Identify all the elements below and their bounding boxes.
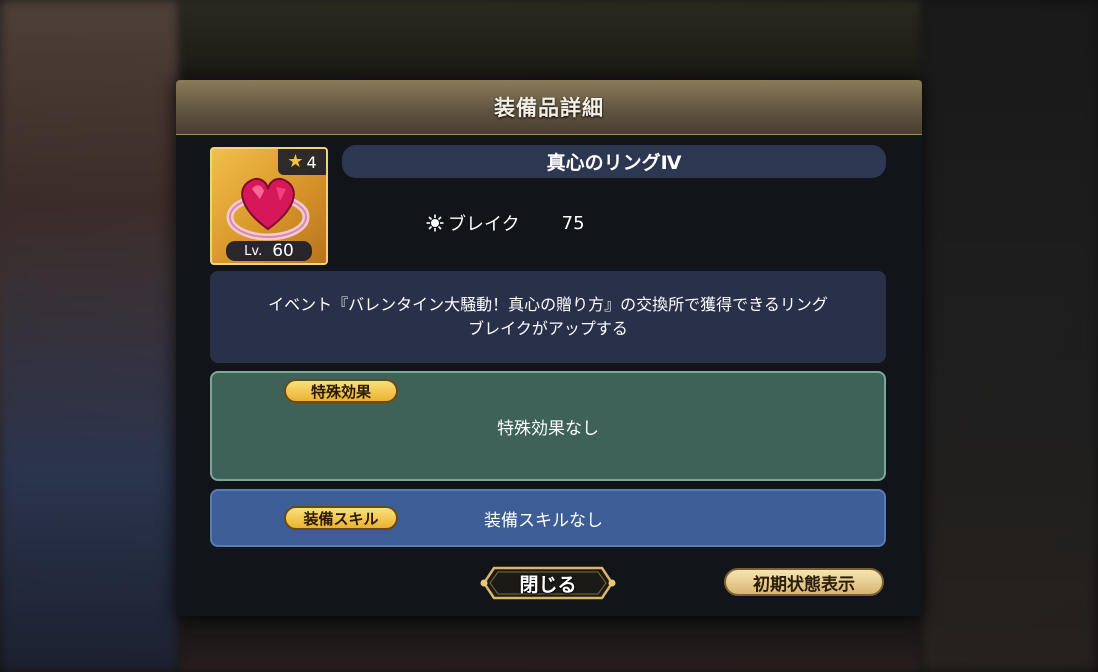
break-icon bbox=[426, 214, 444, 232]
close-button[interactable]: 閉じる bbox=[478, 564, 618, 602]
equip-skill-tag: 装備スキル bbox=[284, 506, 398, 530]
stat-label: ブレイク bbox=[448, 214, 520, 235]
equip-skill-panel: 装備スキル 装備スキルなし bbox=[210, 489, 886, 547]
item-icon-frame: ★ 4 Lv. 60 bbox=[210, 147, 328, 265]
stat-value: 75 bbox=[561, 212, 585, 234]
rarity-badge: ★ 4 bbox=[278, 149, 326, 175]
star-icon: ★ bbox=[287, 151, 304, 172]
item-name: 真心のリングⅣ bbox=[546, 152, 682, 174]
rarity-value: 4 bbox=[306, 152, 317, 172]
description-box: イベント『バレンタイン大騒動！真心の贈り方』の交換所で獲得できるリング ブレイク… bbox=[210, 271, 886, 363]
level-bar: Lv. 60 bbox=[226, 241, 312, 261]
background-right bbox=[918, 0, 1098, 672]
item-name-bar: 真心のリングⅣ bbox=[342, 145, 886, 178]
equipment-detail-dialog: 装備品詳細 ★ 4 Lv. 60 真心のリングⅣ ブレイク 75 イベント『バレ… bbox=[176, 80, 922, 616]
special-effect-panel: 特殊効果なし 特殊効果 bbox=[210, 371, 886, 481]
description-line-2: ブレイクがアップする bbox=[468, 319, 628, 338]
stat-row: ブレイク 75 bbox=[426, 210, 585, 236]
special-effect-tag: 特殊効果 bbox=[284, 379, 398, 403]
level-value: 60 bbox=[272, 241, 294, 261]
description-line-1: イベント『バレンタイン大騒動！真心の贈り方』の交換所で獲得できるリング bbox=[268, 295, 828, 314]
close-button-label: 閉じる bbox=[519, 573, 577, 596]
background-bottom bbox=[180, 612, 920, 672]
reset-view-button[interactable]: 初期状態表示 bbox=[724, 568, 884, 596]
equip-skill-value: 装備スキルなし bbox=[484, 510, 603, 531]
background-left bbox=[0, 0, 180, 672]
level-prefix: Lv. bbox=[244, 243, 263, 259]
background-top bbox=[180, 0, 920, 80]
dialog-title: 装備品詳細 bbox=[494, 96, 604, 120]
dialog-header: 装備品詳細 bbox=[176, 80, 922, 135]
